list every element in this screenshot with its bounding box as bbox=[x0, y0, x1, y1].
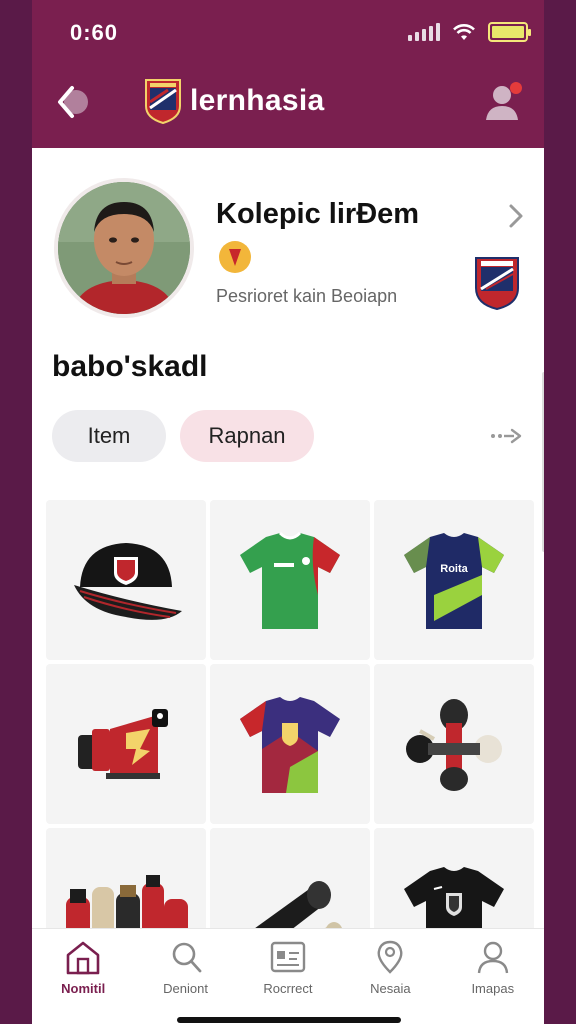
product-tile-purple-jersey[interactable] bbox=[210, 664, 370, 824]
avatar-portrait bbox=[58, 182, 190, 314]
profile-icon bbox=[477, 941, 508, 974]
account-button[interactable] bbox=[480, 80, 524, 124]
jersey-icon: Roita bbox=[404, 533, 504, 629]
back-button[interactable] bbox=[52, 82, 92, 122]
bottom-nav: Nomitil Deniont Rocrrect Nesaia Imapas bbox=[32, 928, 544, 1024]
tab-profile[interactable]: Imapas bbox=[442, 939, 544, 996]
tab-home[interactable]: Nomitil bbox=[32, 939, 134, 996]
tab-label-profile: Imapas bbox=[471, 981, 515, 996]
scrollbar[interactable] bbox=[542, 372, 544, 552]
tab-label-card: Rocrrect bbox=[263, 981, 313, 996]
app-header: 0:60 lernhasia bbox=[32, 0, 544, 148]
medal-icon bbox=[219, 241, 251, 273]
section-title: babo'skadl bbox=[52, 350, 208, 383]
chip-rapnan[interactable]: Rapnan bbox=[180, 410, 314, 462]
product-tile-cap[interactable] bbox=[46, 500, 206, 660]
chevron-right-icon[interactable] bbox=[506, 202, 526, 230]
nav-row: lernhasia bbox=[32, 70, 544, 134]
status-icons bbox=[408, 22, 531, 42]
status-bar: 0:60 bbox=[32, 0, 544, 64]
gear-icon bbox=[406, 699, 502, 791]
profile-card[interactable]: Kolepic lirÐem Pesrioret kain Beoiapn bbox=[32, 148, 544, 328]
product-grid: Roita bbox=[46, 500, 534, 988]
tab-places[interactable]: Nesaia bbox=[339, 939, 441, 996]
more-arrow-icon[interactable] bbox=[490, 428, 524, 444]
main-content: Kolepic lirÐem Pesrioret kain Beoiapn ba… bbox=[32, 148, 544, 988]
avatar bbox=[54, 178, 194, 318]
home-indicator[interactable] bbox=[177, 1017, 401, 1023]
product-tile-arm-bands[interactable] bbox=[46, 664, 206, 824]
notification-dot bbox=[510, 82, 522, 94]
chevron-left-icon bbox=[58, 86, 88, 118]
phone-screen: 0:60 lernhasia Kolepic lirÐem Pesrioret … bbox=[32, 0, 544, 1024]
club-crest-icon bbox=[145, 79, 181, 124]
status-time: 0:60 bbox=[70, 20, 119, 45]
battery-icon bbox=[488, 22, 531, 42]
jersey-icon bbox=[240, 531, 340, 629]
club-badge-icon bbox=[475, 257, 519, 310]
jersey-icon bbox=[240, 697, 340, 793]
product-tile-navy-jersey[interactable]: Roita bbox=[374, 500, 534, 660]
profile-subtitle: Pesrioret kain Beoiapn bbox=[216, 286, 398, 306]
chip-item[interactable]: Item bbox=[52, 410, 166, 462]
map-pin-icon bbox=[377, 940, 403, 974]
tab-card[interactable]: Rocrrect bbox=[237, 939, 339, 996]
tab-label-places: Nesaia bbox=[370, 981, 411, 996]
tab-label-home: Nomitil bbox=[61, 981, 106, 996]
brand: lernhasia bbox=[144, 78, 324, 124]
card-icon bbox=[270, 941, 306, 973]
tab-search[interactable]: Deniont bbox=[134, 939, 236, 996]
home-icon bbox=[66, 941, 100, 975]
product-tile-gear-stick[interactable] bbox=[374, 664, 534, 824]
filter-chips: Item Rapnan bbox=[52, 410, 314, 462]
product-tile-green-jersey[interactable] bbox=[210, 500, 370, 660]
profile-name: Kolepic lirÐem bbox=[216, 198, 420, 230]
wifi-icon bbox=[453, 24, 475, 40]
tab-label-search: Deniont bbox=[163, 981, 208, 996]
search-icon bbox=[172, 942, 201, 973]
cap-icon bbox=[74, 543, 182, 620]
armband-icon bbox=[78, 709, 168, 779]
jersey-print-text: Roita bbox=[440, 563, 468, 575]
app-title: lernhasia bbox=[190, 84, 325, 117]
signal-icon bbox=[408, 23, 440, 41]
